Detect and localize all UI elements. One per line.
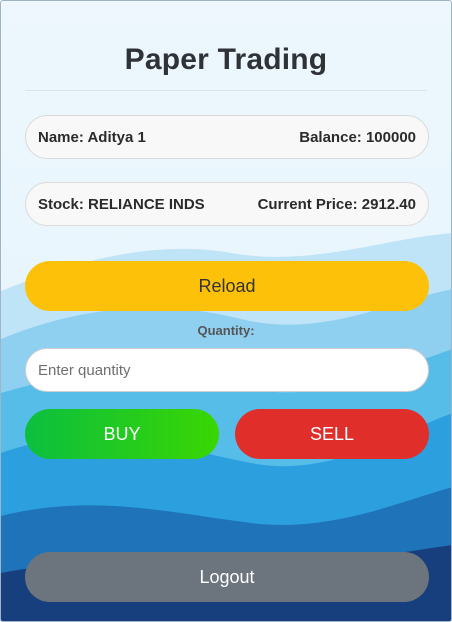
trading-panel: Paper Trading Name: Aditya 1 Balance: 10…: [1, 1, 451, 621]
user-name-text: Name: Aditya 1: [38, 128, 146, 146]
reload-button[interactable]: Reload: [25, 261, 429, 311]
logout-button[interactable]: Logout: [25, 552, 429, 602]
balance-text: Balance: 100000: [299, 128, 416, 146]
quantity-input[interactable]: [25, 348, 429, 392]
buy-button[interactable]: BUY: [25, 409, 219, 459]
page-title: Paper Trading: [124, 43, 328, 76]
user-info-card: Name: Aditya 1 Balance: 100000: [25, 115, 429, 159]
stock-name-text: Stock: RELIANCE INDS: [38, 195, 205, 213]
title-divider: [25, 90, 427, 91]
stock-info-card: Stock: RELIANCE INDS Current Price: 2912…: [25, 182, 429, 226]
app-window: Paper Trading Name: Aditya 1 Balance: 10…: [0, 0, 452, 622]
quantity-label: Quantity:: [197, 323, 255, 338]
sell-button[interactable]: SELL: [235, 409, 429, 459]
current-price-text: Current Price: 2912.40: [257, 195, 416, 213]
